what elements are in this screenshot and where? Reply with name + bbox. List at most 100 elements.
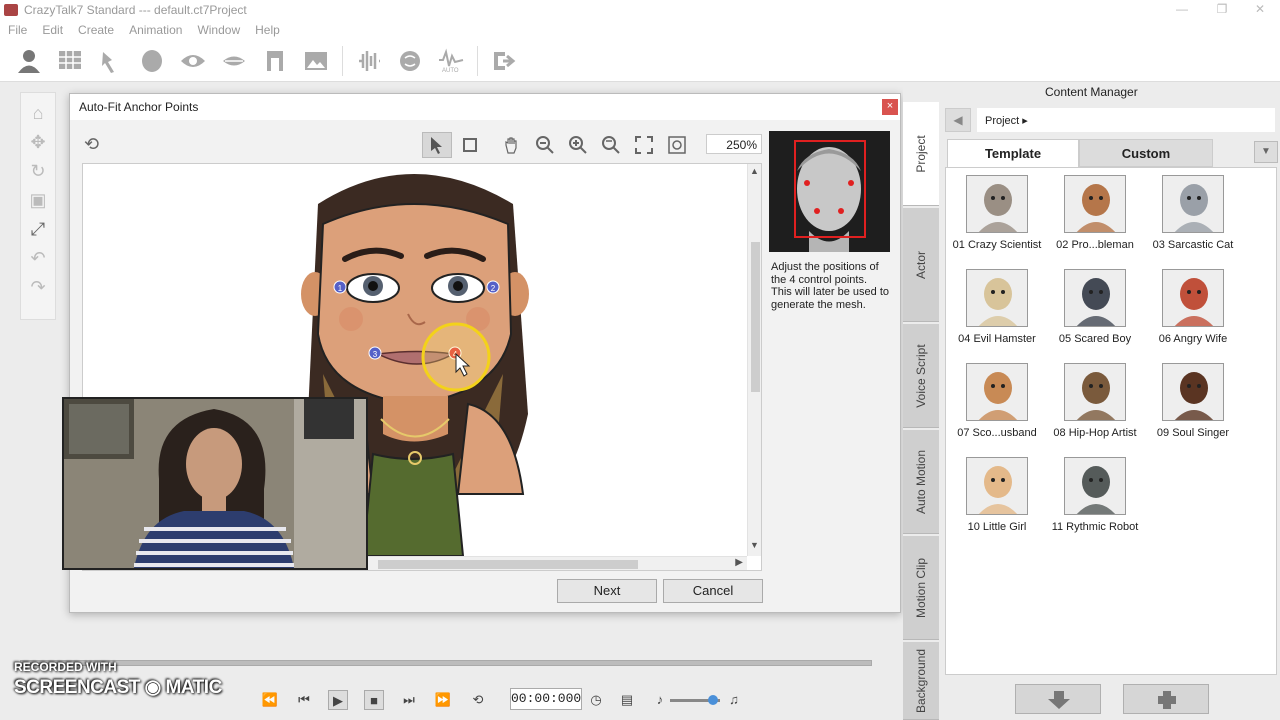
puppet-head-icon[interactable] xyxy=(395,46,425,76)
mouth-icon[interactable] xyxy=(219,46,249,76)
tab-motion-clip[interactable]: Motion Clip xyxy=(903,536,939,640)
background-image-icon[interactable] xyxy=(301,46,331,76)
zoom-level-field[interactable]: 250% xyxy=(706,134,762,154)
content-manager-header: Content Manager xyxy=(903,82,1280,102)
dialog-close-button[interactable]: × xyxy=(882,99,898,115)
scroll-thumb[interactable] xyxy=(751,242,760,392)
fast-forward-icon[interactable]: ⏩ xyxy=(433,690,453,710)
template-item[interactable]: 03 Sarcastic Cat xyxy=(1144,170,1242,262)
template-item-label: 07 Sco...usband xyxy=(957,427,1037,439)
tab-auto-motion[interactable]: Auto Motion xyxy=(903,430,939,534)
template-item-label: 03 Sarcastic Cat xyxy=(1152,239,1234,251)
export-icon[interactable] xyxy=(489,46,519,76)
select-pointer-icon[interactable] xyxy=(422,132,452,158)
menu-edit[interactable]: Edit xyxy=(42,23,63,37)
auto-lipsync-icon[interactable]: AUTO xyxy=(436,46,466,76)
clock-icon[interactable]: ◷ xyxy=(586,690,606,710)
rotate-icon[interactable]: ↻ xyxy=(26,159,50,183)
back-arrow-icon[interactable]: ◀ xyxy=(945,108,971,132)
mute-icon[interactable]: ♪ xyxy=(650,690,670,710)
template-item-label: 11 Rythmic Robot xyxy=(1051,521,1139,533)
previous-frame-icon[interactable]: ⏮ xyxy=(294,690,314,710)
tab-voice-script[interactable]: Voice Script xyxy=(903,324,939,428)
volume-slider[interactable] xyxy=(670,695,720,705)
template-item[interactable]: 10 Little Girl xyxy=(948,452,1046,544)
redo-icon[interactable]: ↷ xyxy=(26,275,50,299)
menu-file[interactable]: File xyxy=(8,23,27,37)
zoom-region-icon[interactable] xyxy=(596,132,626,158)
template-item[interactable]: 02 Pro...bleman xyxy=(1046,170,1144,262)
template-item[interactable]: 08 Hip-Hop Artist xyxy=(1046,358,1144,450)
template-item[interactable]: 05 Scared Boy xyxy=(1046,264,1144,356)
zoom-in-icon[interactable] xyxy=(563,132,593,158)
head-icon[interactable] xyxy=(137,46,167,76)
add-button[interactable] xyxy=(1123,684,1209,714)
volume-slider-handle[interactable] xyxy=(708,695,718,705)
fit-screen-icon[interactable] xyxy=(629,132,659,158)
menu-window[interactable]: Window xyxy=(197,23,240,37)
tab-actor[interactable]: Actor xyxy=(903,208,939,322)
cancel-button[interactable]: Cancel xyxy=(663,579,763,603)
tab-background[interactable]: Background xyxy=(903,642,939,720)
scale-icon[interactable]: ▣ xyxy=(26,188,50,212)
tab-template[interactable]: Template xyxy=(947,139,1079,167)
display-mode-icon[interactable]: ▤ xyxy=(617,690,637,710)
menu-help[interactable]: Help xyxy=(255,23,280,37)
tab-custom[interactable]: Custom xyxy=(1079,139,1213,167)
path-breadcrumb[interactable]: Project ▸ xyxy=(977,108,1275,132)
play-icon[interactable]: ▶ xyxy=(328,690,348,710)
template-item[interactable]: 11 Rythmic Robot xyxy=(1046,452,1144,544)
scroll-right-icon[interactable]: ▶ xyxy=(735,557,743,568)
next-button[interactable]: Next xyxy=(557,579,657,603)
tab-project[interactable]: Project xyxy=(903,102,939,206)
reset-icon[interactable]: ⟲ xyxy=(84,134,106,156)
move-icon[interactable]: ✥ xyxy=(26,130,50,154)
audio-wave-icon[interactable] xyxy=(354,46,384,76)
home-icon[interactable]: ⌂ xyxy=(26,101,50,125)
stop-icon[interactable]: ■ xyxy=(364,690,384,710)
template-item[interactable]: 09 Soul Singer xyxy=(1144,358,1242,450)
face-fit-icon[interactable] xyxy=(96,46,126,76)
webcam-overlay xyxy=(62,397,368,570)
apply-down-arrow-button[interactable] xyxy=(1015,684,1101,714)
svg-text:AUTO: AUTO xyxy=(442,68,459,74)
face-profile-icon[interactable] xyxy=(260,46,290,76)
eye-icon[interactable] xyxy=(178,46,208,76)
frame-icon[interactable] xyxy=(455,132,485,158)
fit-view-icon[interactable]: ⤢ xyxy=(26,217,50,241)
template-thumbnail xyxy=(1064,269,1126,327)
actor-icon[interactable] xyxy=(14,46,44,76)
template-item[interactable]: 04 Evil Hamster xyxy=(948,264,1046,356)
toolbar-separator xyxy=(342,45,343,76)
template-item[interactable]: 01 Crazy Scientist xyxy=(948,170,1046,262)
template-item-label: 02 Pro...bleman xyxy=(1056,239,1134,251)
maximize-button[interactable]: ❐ xyxy=(1202,0,1242,20)
minimize-button[interactable]: — xyxy=(1162,0,1202,20)
mesh-grid-icon[interactable] xyxy=(55,46,85,76)
template-item[interactable]: 07 Sco...usband xyxy=(948,358,1046,450)
next-frame-icon[interactable]: ⏭ xyxy=(399,690,419,710)
zoom-out-icon[interactable] xyxy=(530,132,560,158)
actual-size-icon[interactable] xyxy=(662,132,692,158)
volume-icon[interactable]: ♫ xyxy=(724,690,744,710)
loop-icon[interactable]: ⟲ xyxy=(468,690,488,710)
chevron-down-icon[interactable]: ▼ xyxy=(1254,141,1278,163)
scroll-up-icon[interactable]: ▲ xyxy=(750,166,759,176)
scroll-thumb[interactable] xyxy=(378,560,638,569)
template-thumbnail xyxy=(966,175,1028,233)
menu-create[interactable]: Create xyxy=(78,23,114,37)
undo-icon[interactable]: ↶ xyxy=(26,246,50,270)
pan-hand-icon[interactable] xyxy=(497,132,527,158)
timecode-field[interactable]: 00:00:000 xyxy=(510,688,582,710)
template-thumbnail xyxy=(1064,457,1126,515)
view-toolbar xyxy=(422,131,695,159)
menu-animation[interactable]: Animation xyxy=(129,23,182,37)
window-title: CrazyTalk7 Standard --- default.ct7Proje… xyxy=(24,3,247,17)
rewind-icon[interactable]: ⏪ xyxy=(260,690,280,710)
template-item[interactable]: 06 Angry Wife xyxy=(1144,264,1242,356)
canvas-vertical-scrollbar[interactable]: ▲ ▼ xyxy=(747,164,761,556)
template-item-label: 01 Crazy Scientist xyxy=(952,239,1042,251)
dialog-title-bar: Auto-Fit Anchor Points × xyxy=(70,94,900,120)
close-window-button[interactable]: ✕ xyxy=(1240,0,1280,20)
scroll-down-icon[interactable]: ▼ xyxy=(750,540,759,550)
